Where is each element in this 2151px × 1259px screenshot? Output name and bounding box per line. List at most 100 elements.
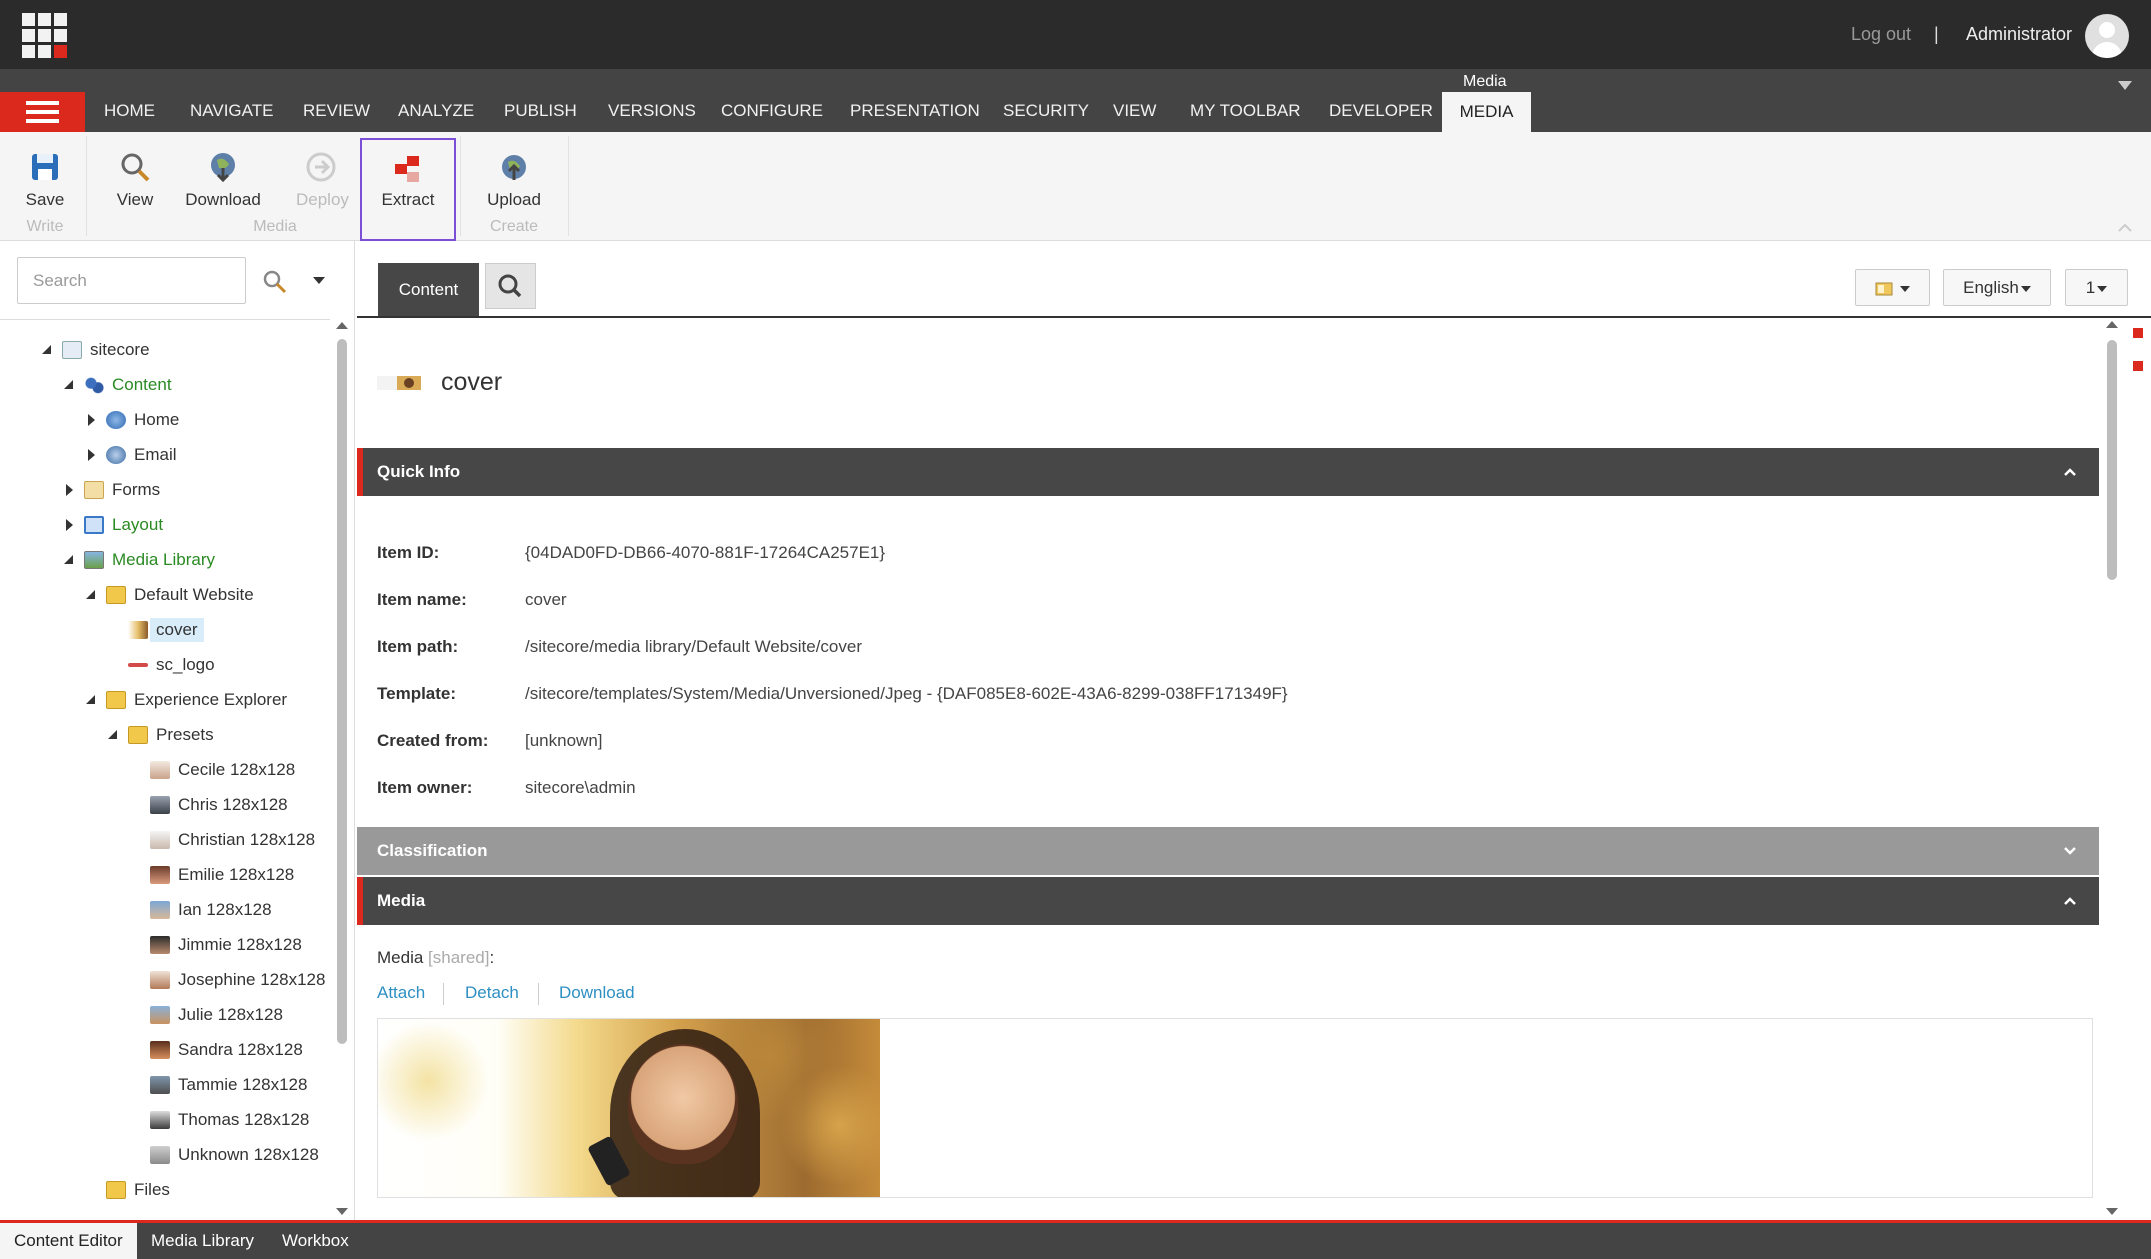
content-tree-pane: sitecore Content Home Email Forms Layout (0, 241, 355, 1220)
upload-button[interactable]: Upload (484, 150, 544, 210)
quick-info-section-header[interactable]: Quick Info (357, 448, 2099, 496)
deploy-icon (304, 150, 338, 184)
tree-node-preset[interactable]: Josephine 128x128 (128, 965, 325, 995)
launchpad-grid-icon[interactable] (22, 13, 67, 58)
expand-toggle-icon[interactable] (84, 413, 98, 427)
top-bar: Log out | Administrator (0, 0, 2151, 69)
tab-navigate[interactable]: NAVIGATE (190, 101, 273, 121)
classification-section-header[interactable]: Classification (357, 827, 2099, 875)
collapse-toggle-icon[interactable] (106, 728, 120, 742)
hamburger-menu-icon[interactable] (0, 92, 85, 132)
attach-link[interactable]: Attach (377, 983, 425, 1003)
tree-node-sitecore[interactable]: sitecore (40, 335, 150, 365)
tree-node-preset[interactable]: Ian 128x128 (128, 895, 272, 925)
download-link[interactable]: Download (559, 983, 635, 1003)
media-library-icon (84, 551, 104, 569)
collapse-toggle-icon[interactable] (84, 588, 98, 602)
tab-media[interactable]: MEDIA (1442, 92, 1531, 132)
tab-presentation[interactable]: PRESENTATION (850, 101, 980, 121)
tree-node-cover[interactable]: cover (106, 615, 204, 645)
folder-icon (128, 726, 148, 744)
validation-marker[interactable] (2133, 361, 2143, 371)
search-input[interactable] (17, 257, 246, 304)
tab-versions[interactable]: VERSIONS (608, 101, 696, 121)
chevron-down-icon (2064, 847, 2076, 855)
version-dropdown[interactable]: 1 (2065, 269, 2128, 306)
expand-toggle-icon[interactable] (62, 483, 76, 497)
search-icon[interactable] (262, 269, 288, 295)
tree-node-preset[interactable]: Sandra 128x128 (128, 1035, 303, 1065)
language-dropdown[interactable]: English (1943, 269, 2051, 306)
media-field-label: Media [shared]: (377, 948, 495, 967)
collapse-toggle-icon[interactable] (62, 553, 76, 567)
user-name[interactable]: Administrator (1966, 24, 2072, 45)
item-title: cover (441, 368, 503, 396)
tree-node-media-library[interactable]: Media Library (62, 545, 215, 575)
tab-view[interactable]: VIEW (1113, 101, 1156, 121)
tree-node-preset[interactable]: Julie 128x128 (128, 1000, 283, 1030)
person-thumbnail-icon (150, 1041, 170, 1059)
tab-search[interactable] (485, 263, 536, 309)
collapse-toggle-icon[interactable] (62, 378, 76, 392)
tree-node-preset[interactable]: Tammie 128x128 (128, 1070, 307, 1100)
expand-toggle-icon[interactable] (62, 518, 76, 532)
detach-link[interactable]: Detach (465, 983, 519, 1003)
tree-node-home[interactable]: Home (84, 405, 179, 435)
tree-node-presets[interactable]: Presets (106, 720, 214, 750)
tree-node-preset[interactable]: Emilie 128x128 (128, 860, 294, 890)
gutter-icon (1875, 282, 1893, 296)
tree-node-preset[interactable]: Christian 128x128 (128, 825, 315, 855)
tree-node-layout[interactable]: Layout (62, 510, 163, 540)
person-thumbnail-icon (150, 1111, 170, 1129)
tree-node-sc-logo[interactable]: sc_logo (106, 650, 215, 680)
tree-node-experience-explorer[interactable]: Experience Explorer (84, 685, 287, 715)
tree-scrollbar[interactable] (333, 319, 351, 1220)
tab-security[interactable]: SECURITY (1003, 101, 1089, 121)
tree-node-preset[interactable]: Thomas 128x128 (128, 1105, 309, 1135)
media-section-header[interactable]: Media (357, 877, 2099, 925)
collapse-toggle-icon[interactable] (40, 343, 54, 357)
gutter-options-dropdown[interactable] (1855, 269, 1930, 306)
person-thumbnail-icon (150, 866, 170, 884)
tree-node-email[interactable]: Email (84, 440, 177, 470)
tab-content-editor[interactable]: Content Editor (0, 1223, 137, 1259)
save-icon (28, 150, 62, 184)
download-button[interactable]: Download (183, 150, 263, 210)
tree-node-preset[interactable]: Unknown 128x128 (128, 1140, 319, 1170)
group-label-write: Write (26, 218, 64, 235)
tab-content[interactable]: Content (378, 263, 479, 316)
collapse-toggle-icon[interactable] (84, 693, 98, 707)
editor-scrollbar[interactable] (2103, 318, 2121, 1220)
save-button[interactable]: Save (23, 150, 67, 210)
tree-node-content[interactable]: Content (62, 370, 172, 400)
tab-analyze[interactable]: ANALYZE (398, 101, 474, 121)
tab-configure[interactable]: CONFIGURE (721, 101, 823, 121)
folder-icon (106, 691, 126, 709)
logout-link[interactable]: Log out (1851, 24, 1911, 45)
view-button[interactable]: View (113, 150, 157, 210)
tab-home[interactable]: HOME (104, 101, 155, 121)
tree-node-files[interactable]: Files (84, 1175, 170, 1205)
tree-node-preset[interactable]: Jimmie 128x128 (128, 930, 302, 960)
expand-toggle-icon[interactable] (84, 448, 98, 462)
deploy-button[interactable]: Deploy (296, 150, 349, 210)
chevron-down-icon[interactable] (2118, 81, 2132, 90)
tree-node-preset[interactable]: Chris 128x128 (128, 790, 288, 820)
tree-node-forms[interactable]: Forms (62, 475, 160, 505)
tab-workbox[interactable]: Workbox (268, 1223, 363, 1259)
media-preview (377, 1018, 2093, 1198)
avatar-icon[interactable] (2085, 14, 2129, 58)
item-thumbnail-icon (377, 376, 421, 390)
extract-button[interactable]: Extract (378, 150, 438, 210)
search-options-dropdown-icon[interactable] (313, 277, 325, 284)
item-editor: cover Quick Info Item ID: {04DAD0FD-DB66-… (357, 318, 2103, 1220)
tab-publish[interactable]: PUBLISH (504, 101, 577, 121)
tree-node-preset[interactable]: Cecile 128x128 (128, 755, 295, 785)
tab-media-library[interactable]: Media Library (137, 1223, 268, 1259)
tab-my-toolbar[interactable]: MY TOOLBAR (1190, 101, 1301, 121)
tab-review[interactable]: REVIEW (303, 101, 370, 121)
validation-marker[interactable] (2133, 328, 2143, 338)
tree-node-default-website[interactable]: Default Website (84, 580, 254, 610)
chevron-up-icon[interactable] (2118, 224, 2132, 232)
tab-developer[interactable]: DEVELOPER (1329, 101, 1433, 121)
